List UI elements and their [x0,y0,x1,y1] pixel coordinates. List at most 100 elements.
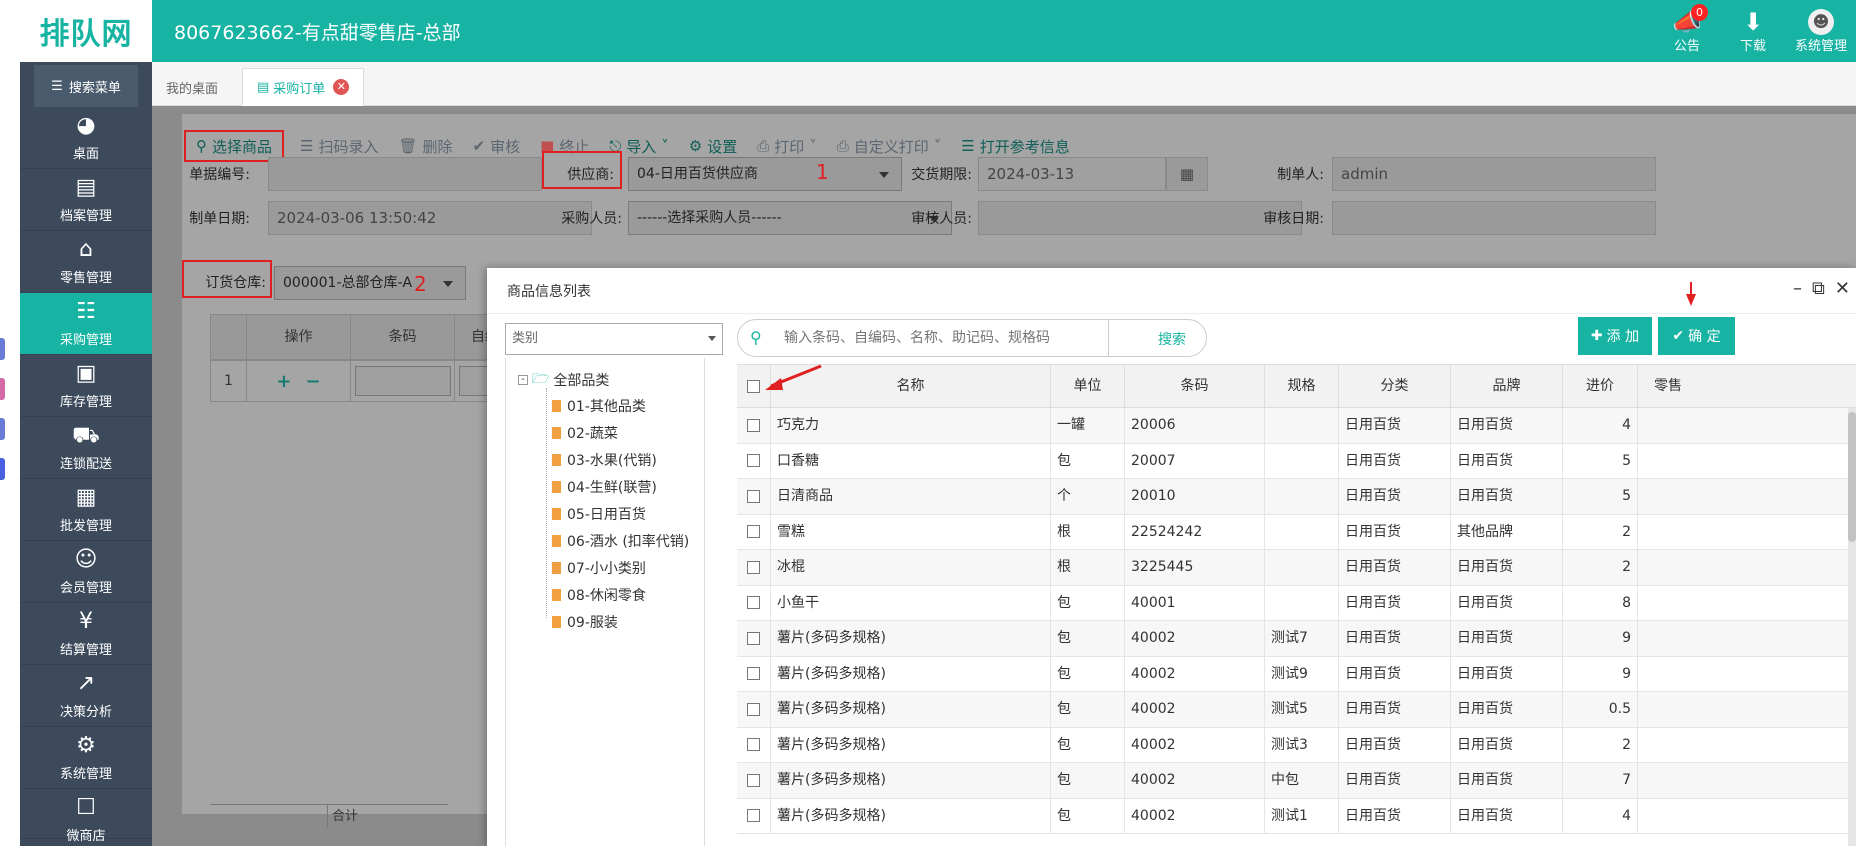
sidebar-item-wholesale[interactable]: ▦ 批发管理 [20,479,152,541]
row-select-cell[interactable] [737,763,771,798]
system-admin-button[interactable]: ☻ 系统管理 [1786,0,1856,62]
deadline-input[interactable]: 2024-03-13 [978,157,1166,191]
row-checkbox[interactable] [747,809,760,822]
category-select[interactable]: 类别 [505,323,723,355]
table-row[interactable]: 巧克力 一罐 20006 日用百货 日用百货 4 [737,408,1856,444]
remove-row-button[interactable]: − [306,371,321,392]
maker-field[interactable]: admin [1332,157,1656,191]
download-button[interactable]: ⬇ 下载 [1720,0,1786,62]
sidebar-item-settlement[interactable]: ¥ 结算管理 [20,603,152,665]
table-row[interactable]: 小鱼干包 40001 日用百货 日用百货 8 [737,585,1856,621]
scrollbar-thumb[interactable] [1848,412,1856,542]
tree-item[interactable]: 06-酒水 (扣率代销) [552,531,689,551]
logo[interactable]: 排队网 [20,0,152,62]
row-checkbox[interactable] [747,418,760,432]
table-row[interactable]: 口香糖包 20007 日用百货 日用百货 5 [737,443,1856,479]
supplier-select[interactable]: 04-日用百货供应商 [628,157,902,191]
column-header[interactable]: 品牌 [1451,365,1563,407]
column-header[interactable]: 零售 [1638,365,1698,407]
row-select-cell[interactable] [737,656,771,691]
auditor-field[interactable] [978,201,1302,235]
row-select-cell[interactable] [737,727,771,762]
sidebar-item-archive[interactable]: ▤ 档案管理 [20,169,152,231]
sidebar-item-microshop[interactable]: ☐ 微商店 [20,789,152,844]
table-row[interactable]: 薯片(多码多规格) 包 40002 中包 日用百货 日用百货 7 [737,763,1856,799]
table-cell [1265,408,1339,443]
row-checkbox[interactable] [747,525,760,538]
confirm-button[interactable]: ✔ 确 定 [1658,317,1735,355]
table-row[interactable]: 薯片(多码多规格) 包 40002 测试3 日用百货 日用百货 2 [737,727,1856,763]
search-input[interactable] [784,323,1104,353]
table-row[interactable]: 薯片(多码多规格) 包 40002 测试7 日用百货 日用百货 9 [737,621,1856,657]
warehouse-select[interactable]: 000001-总部仓库-A [274,266,466,300]
row-select-cell[interactable] [737,479,771,514]
row-checkbox[interactable] [747,560,760,574]
close-icon[interactable]: ✕ [1835,278,1850,299]
table-row[interactable]: 雪糕根 22524242 日用百货 其他品牌 2 [737,514,1856,550]
row-checkbox[interactable] [747,596,760,609]
row-checkbox[interactable] [747,702,760,716]
collapse-icon[interactable]: - [518,375,528,385]
file-icon [552,589,561,601]
tree-item[interactable]: 09-服装 [552,612,618,632]
row-checkbox[interactable] [747,738,760,751]
calendar-icon[interactable]: ▦ [1166,157,1208,191]
add-row-button[interactable]: + [276,371,291,392]
row-checkbox[interactable] [747,773,760,787]
tree-item[interactable]: 08-休闲零食 [552,585,646,605]
sidebar-item-desktop[interactable]: ◕ 桌面 [20,107,152,169]
sidebar-item-member[interactable]: ☺ 会员管理 [20,541,152,603]
table-row[interactable]: 薯片(多码多规格) 包 40002 测试1 日用百货 日用百货 4 [737,798,1856,834]
doc-no-field[interactable] [268,157,542,191]
announcement-button[interactable]: 📣 0 公告 [1654,0,1720,62]
row-select-cell[interactable] [737,621,771,656]
row-select-cell[interactable] [737,692,771,727]
sidebar-item-inventory[interactable]: ▣ 库存管理 [20,355,152,417]
row-select-cell[interactable] [737,408,771,443]
search-menu-button[interactable]: ☰ 搜索菜单 [34,65,138,107]
tree-item[interactable]: 05-日用百货 [552,504,646,524]
avatar: ☻ [1808,8,1834,35]
row-select-cell[interactable] [737,550,771,585]
table-cell [1638,799,1698,834]
tab-purchase-order[interactable]: ▤ 采购订单 ✕ [242,68,365,106]
tree-root[interactable]: - 🗁 全部品类 [518,368,609,392]
table-row[interactable]: 日清商品个 20010 日用百货 日用百货 5 [737,479,1856,515]
maximize-icon[interactable]: ⧉ [1812,278,1825,299]
search-button[interactable]: 搜索 [1158,329,1186,349]
tree-item[interactable]: 01-其他品类 [552,396,646,416]
close-icon[interactable]: ✕ [333,79,350,95]
column-header[interactable]: 条码 [1125,365,1265,407]
table-cell [1265,514,1339,549]
row-checkbox[interactable] [747,454,760,467]
tree-item[interactable]: 07-小小类别 [552,558,646,578]
row-select-cell[interactable] [737,798,771,833]
row-checkbox[interactable] [747,489,760,503]
column-header[interactable]: 分类 [1339,365,1451,407]
tree-item[interactable]: 02-蔬菜 [552,423,618,443]
column-header[interactable]: 单位 [1051,365,1125,407]
sidebar-item-system[interactable]: ⚙ 系统管理 [20,727,152,789]
table-row[interactable]: 冰棍根 3225445 日用百货 日用百货 2 [737,550,1856,586]
table-row[interactable]: 薯片(多码多规格) 包 40002 测试9 日用百货 日用百货 9 [737,656,1856,692]
row-checkbox[interactable] [747,667,760,680]
tab-my-desktop[interactable]: 我的桌面 [152,68,232,106]
sidebar-item-distribution[interactable]: ⛟ 连锁配送 [20,417,152,479]
tree-item[interactable]: 03-水果(代销) [552,450,657,470]
sidebar-item-retail[interactable]: ⌂ 零售管理 [20,231,152,293]
sidebar-item-purchase[interactable]: ☷ 采购管理 [20,293,152,355]
column-header[interactable]: 规格 [1265,365,1339,407]
row-select-cell[interactable] [737,585,771,620]
sidebar-item-analysis[interactable]: ↗ 决策分析 [20,665,152,727]
table-row[interactable]: 薯片(多码多规格) 包 40002 测试5 日用百货 日用百货 0.5 [737,692,1856,728]
minimize-icon[interactable]: – [1793,278,1802,299]
row-select-cell[interactable] [737,443,771,478]
barcode-cell[interactable] [351,361,455,401]
add-button[interactable]: ✚ 添 加 [1578,317,1652,355]
audit-date-field[interactable] [1332,201,1656,235]
tree-item[interactable]: 04-生鲜(联营) [552,477,657,497]
row-select-cell[interactable] [737,514,771,549]
check-icon: ✔ [472,137,486,155]
row-checkbox[interactable] [747,631,760,645]
column-header[interactable]: 进价 [1563,365,1638,407]
